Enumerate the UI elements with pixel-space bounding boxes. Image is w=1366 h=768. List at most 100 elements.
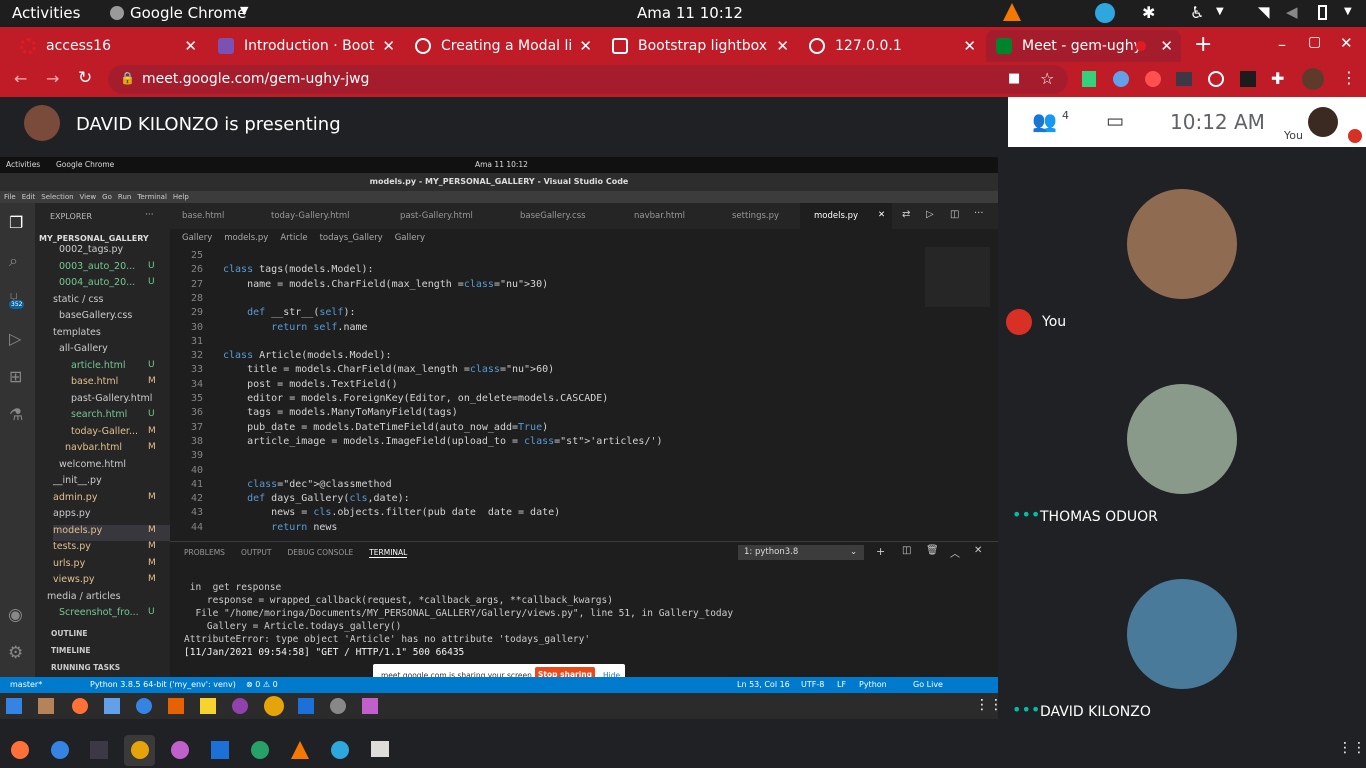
line-number: 33 [190, 364, 203, 376]
browser-tab[interactable]: 127.0.0.1 ✕ [799, 30, 984, 62]
breadcrumb: Gallery models.py Article todays_Gallery… [182, 233, 425, 243]
people-icon[interactable]: 👥 [1032, 109, 1057, 133]
wifi-icon[interactable]: ◥ [1258, 3, 1270, 21]
self-avatar [1308, 107, 1338, 137]
vlc-icon[interactable] [291, 741, 309, 759]
new-tab-button[interactable]: + [1194, 32, 1212, 57]
code-text: def __str__(self): [247, 307, 356, 319]
menu-icon[interactable]: ⋮ [1341, 68, 1357, 87]
extension-icon[interactable] [1176, 72, 1192, 86]
app-grid-icon[interactable]: ⋮⋮ [1338, 740, 1366, 756]
maximize-icon[interactable]: ▢ [1308, 34, 1321, 50]
terminal-icon[interactable] [90, 741, 108, 759]
writer-icon [104, 698, 120, 714]
participants-panel: 👥 4 ▭ 10:12 AM You You ••• THOMAS ODUOR … [1006, 97, 1366, 768]
chevron-up-icon: ︿ [950, 549, 960, 560]
forward-icon[interactable]: → [46, 69, 59, 88]
code-line: 30 return self.name [170, 322, 930, 336]
minimap [925, 247, 990, 307]
close-icon[interactable]: ✕ [579, 37, 592, 55]
file-item: urls.py M [53, 558, 156, 574]
back-icon[interactable]: ← [14, 69, 27, 88]
close-icon[interactable]: ✕ [184, 37, 197, 55]
vlc-icon[interactable] [1003, 3, 1021, 21]
whatsapp-icon[interactable] [251, 741, 269, 759]
clock[interactable]: Ama 11 10:12 [637, 4, 743, 22]
help-icon[interactable] [51, 741, 69, 759]
accessibility-icon[interactable]: ♿ [1190, 3, 1204, 22]
extension-icon[interactable] [1082, 71, 1096, 87]
battery-icon[interactable] [1318, 5, 1327, 20]
chat-icon[interactable]: ▭ [1106, 110, 1124, 132]
menu-item: Go [102, 193, 112, 201]
volume-icon[interactable]: ◀ [1286, 3, 1298, 21]
extension-icon[interactable] [1145, 71, 1161, 87]
file-item: base.html M [71, 376, 156, 392]
close-icon[interactable]: ✕ [382, 37, 395, 55]
extension-icon[interactable] [1208, 71, 1224, 87]
telegram-icon[interactable] [1095, 3, 1115, 23]
minimize-icon[interactable]: – [1278, 35, 1286, 54]
mic-off-icon [1006, 309, 1032, 335]
encoding: UTF-8 [801, 680, 825, 689]
cursor-position: Ln 53, Col 16 [737, 680, 790, 689]
tree-label: media / articles [47, 590, 121, 602]
files-icon[interactable] [371, 741, 389, 757]
extension-icon[interactable] [1240, 71, 1256, 87]
more-dots-icon[interactable]: ••• [1012, 700, 1040, 719]
browser-tab[interactable]: Introduction · Boot ✕ [208, 30, 403, 62]
tree-label: past-Gallery.html [71, 392, 153, 404]
browser-tab-active[interactable]: Meet - gem-ughy ✕ [986, 30, 1181, 62]
reload-icon[interactable]: ↻ [78, 68, 92, 88]
chrome-icon[interactable] [131, 741, 149, 759]
close-window-icon[interactable]: ✕ [1340, 34, 1353, 52]
line-number: 29 [190, 307, 203, 319]
chevron-down-icon: ▼ [240, 4, 249, 17]
codepen-icon [612, 38, 628, 54]
code-line: 32 class Article(models.Model): [170, 350, 930, 364]
git-status-badge: M [148, 541, 156, 551]
close-icon[interactable]: ✕ [1160, 37, 1173, 55]
extension-icon[interactable] [1113, 71, 1129, 87]
workspace-root: MY_PERSONAL_GALLERY [39, 234, 149, 243]
menu-item: Run [117, 193, 132, 201]
panel-tab: PROBLEMS [184, 548, 225, 557]
tree-label: 0003_auto_20... [59, 260, 136, 272]
close-icon[interactable]: ✕ [776, 37, 789, 55]
code-text: news = cls.objects.filter(pub date date … [223, 507, 561, 519]
code-line: 38 article_image = models.ImageField(upl… [170, 436, 930, 450]
telegram-icon[interactable] [331, 741, 349, 759]
more-dots-icon[interactable]: ••• [1012, 505, 1040, 524]
globe-icon [809, 38, 825, 54]
app-menu[interactable]: Google Chrome [130, 4, 247, 22]
git-status-badge: U [148, 260, 155, 271]
menu-item: Selection [41, 193, 74, 201]
lock-icon[interactable]: 🔒 [120, 71, 135, 85]
browser-tab[interactable]: Bootstrap lightbox ✕ [602, 30, 797, 62]
terminal-panel: PROBLEMS OUTPUT DEBUG CONSOLE TERMINAL 1… [170, 541, 998, 677]
tab-title: Creating a Modal li [441, 38, 573, 54]
slack-icon[interactable] [171, 741, 189, 759]
browser-tab[interactable]: Creating a Modal li ✕ [405, 30, 600, 62]
app-icon [232, 698, 248, 714]
running-tasks-section: RUNNING TASKS [51, 663, 121, 672]
code-text: name = models.CharField(max_length =clas… [223, 278, 549, 290]
address-bar[interactable]: 🔒 meet.google.com/gem-ughy-jwg ■ ☆ [108, 65, 1068, 94]
editor-tab-label: models.py [814, 211, 859, 221]
vscode-icon[interactable] [211, 741, 229, 759]
star-icon[interactable]: ☆ [1040, 69, 1054, 88]
participant-photo [1127, 579, 1237, 689]
browser-tab[interactable]: access16 ✕ [10, 30, 205, 62]
camera-icon[interactable]: ■ [1008, 71, 1020, 86]
code-line: 31 [170, 336, 930, 350]
firefox-icon[interactable] [11, 741, 29, 759]
meeting-time: 10:12 AM [1170, 110, 1265, 134]
close-icon[interactable]: ✕ [963, 37, 976, 55]
close-icon: ✕ [974, 545, 983, 556]
avatar[interactable] [1302, 68, 1324, 90]
puzzle-icon[interactable]: ✚ [1271, 69, 1284, 88]
editor-tab: settings.py [732, 211, 780, 221]
activities-button[interactable]: Activities [12, 4, 80, 22]
line-number: 43 [190, 507, 203, 519]
slack-icon[interactable]: ✱ [1142, 3, 1155, 22]
